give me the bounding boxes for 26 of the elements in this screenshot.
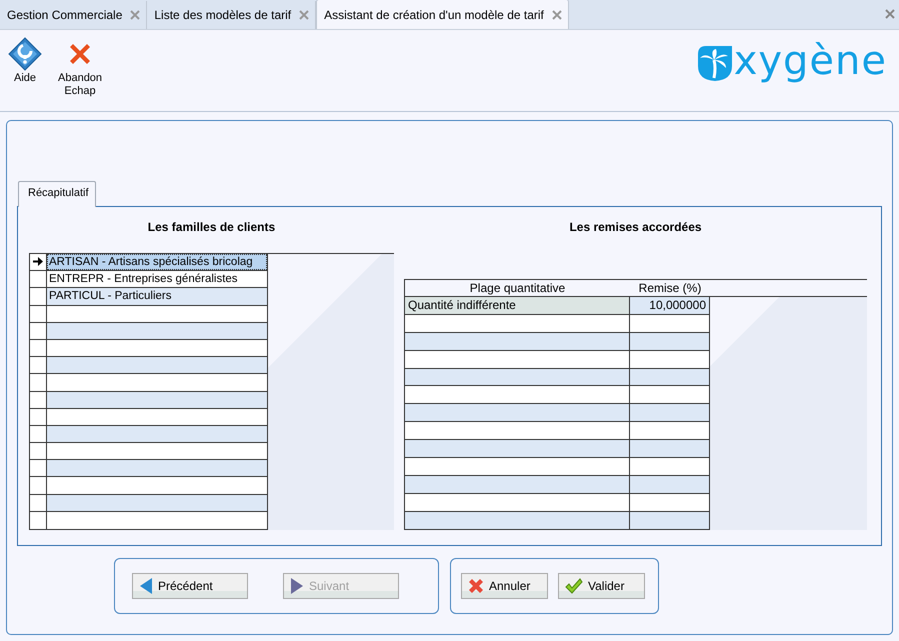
previous-button[interactable]: Précédent [132,573,248,599]
help-button[interactable]: Aide [8,36,42,85]
help-icon [8,36,42,72]
abandon-button[interactable]: Abandon Echap [58,36,102,98]
close-icon[interactable] [552,10,562,20]
table-cell[interactable]: PARTICUL - Particuliers [47,288,267,305]
section-title: Les remises accordées [568,219,703,236]
cross-icon [468,578,484,594]
section-title: Les familles de clients [146,219,276,236]
table-cell[interactable]: ENTREPR - Entreprises généralistes [47,271,267,288]
validate-button[interactable]: Valider [558,573,645,599]
right-triangle-icon [290,577,304,595]
logo-text: xygène [734,40,887,80]
tab[interactable]: Récapitulatif [18,181,96,207]
check-icon [565,578,583,594]
close-icon[interactable] [299,10,310,20]
table-cell[interactable]: ARTISAN - Artisans spécialisés bricolag [47,254,267,270]
table-cell: Quantité indifférente [405,297,630,314]
close-icon[interactable] [130,10,140,20]
column-header[interactable]: Plage quantitative [405,280,630,296]
tab[interactable]: Gestion Commerciale [0,1,148,29]
cancel-button[interactable]: Annuler [461,573,548,599]
column-header[interactable]: Remise (%) [630,280,710,296]
tab[interactable]: Assistant de création d'un modèle de tarif [316,0,569,29]
left-triangle-icon [139,577,153,595]
close-icon[interactable] [885,9,895,19]
